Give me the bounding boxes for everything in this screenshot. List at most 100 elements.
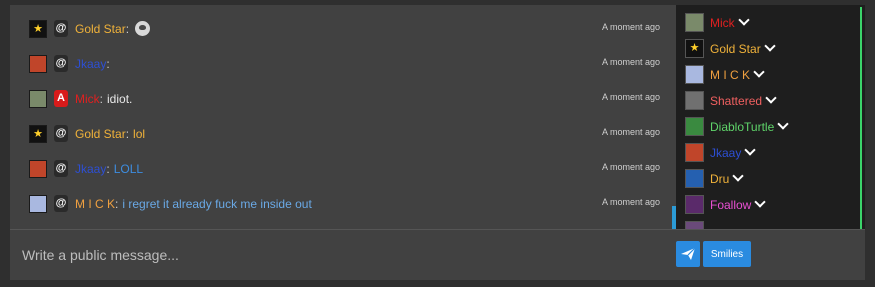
user-name-row: Gold Star <box>710 40 776 56</box>
message-line: Jkaay: <box>75 55 110 73</box>
user-name-row: Mick <box>710 14 750 30</box>
user-avatar[interactable] <box>29 195 47 213</box>
user-name: Shattered <box>710 94 763 108</box>
user-avatar <box>685 169 704 188</box>
user-list-item[interactable]: Shattered <box>685 88 855 114</box>
user-name-row: Jkaay <box>710 144 757 160</box>
chevron-down-icon[interactable] <box>754 196 767 208</box>
message-timestamp: A moment ago <box>601 57 660 67</box>
message-text: i regret it already fuck me inside out <box>122 197 312 211</box>
message-colon: : <box>106 57 110 71</box>
user-avatar <box>685 117 704 136</box>
online-users-sidebar: Mick ★ Gold Star M I C K Shattered Diabl… <box>676 5 865 229</box>
chat-message: @ M I C K: i regret it already fuck me in… <box>10 185 676 220</box>
chat-message: ★ @ Gold Star: A moment ago <box>10 10 676 45</box>
chat-message: A Mick: idiot. A moment ago <box>10 80 676 115</box>
user-name: Foallow <box>710 198 752 212</box>
message-composer: Smilies <box>10 229 865 280</box>
user-list-item[interactable]: Jkaay <box>685 140 855 166</box>
message-timestamp: A moment ago <box>601 162 660 172</box>
chat-message: ★ @ Gold Star: lol A moment ago <box>10 115 676 150</box>
user-avatar[interactable]: ★ <box>29 125 47 143</box>
user-list-item[interactable]: Mick <box>685 10 855 36</box>
user-avatar <box>685 13 704 32</box>
message-text: lol <box>133 127 146 141</box>
user-avatar <box>685 143 704 162</box>
message-line: Mick: idiot. <box>75 90 132 108</box>
user-name: M I C K <box>710 68 751 82</box>
chat-log: ★ @ Gold Star: A moment ago @ Jkaay: A m… <box>10 5 676 229</box>
chevron-down-icon[interactable] <box>744 144 757 156</box>
smilies-button[interactable]: Smilies <box>703 241 751 267</box>
user-avatar[interactable] <box>29 55 47 73</box>
user-name: Gold Star <box>710 42 761 56</box>
message-line: M I C K: i regret it already fuck me insi… <box>75 195 312 213</box>
user-avatar <box>685 221 704 229</box>
user-name: Jkaay <box>710 146 742 160</box>
message-timestamp: A moment ago <box>601 127 660 137</box>
message-author[interactable]: Jkaay <box>75 57 106 71</box>
smiley-emoji-icon <box>135 21 151 36</box>
message-line: Gold Star: <box>75 20 151 38</box>
star-icon: ★ <box>33 128 43 140</box>
user-avatar: ★ <box>685 39 704 58</box>
sidebar-border <box>860 7 862 229</box>
chevron-down-icon[interactable] <box>738 14 750 26</box>
chevron-down-icon[interactable] <box>732 170 745 182</box>
chevron-down-icon[interactable] <box>764 40 776 52</box>
message-colon: : <box>99 92 104 106</box>
chevron-down-icon[interactable] <box>753 66 765 78</box>
mention-badge[interactable]: @ <box>54 55 68 72</box>
chevron-down-icon[interactable] <box>765 92 777 104</box>
send-button[interactable] <box>676 241 700 267</box>
user-avatar <box>685 195 704 214</box>
user-list-item[interactable]: M I C K <box>685 62 855 88</box>
message-colon: : <box>115 197 119 211</box>
message-line: Jkaay: LOLL <box>75 160 143 178</box>
mention-badge[interactable]: @ <box>54 195 68 212</box>
message-timestamp: A moment ago <box>601 92 660 102</box>
mention-badge[interactable]: @ <box>54 20 68 37</box>
message-line: Gold Star: lol <box>75 125 145 143</box>
message-author[interactable]: Jkaay <box>75 162 106 176</box>
user-list-item[interactable]: ★ Gold Star <box>685 36 855 62</box>
message-author[interactable]: Gold Star <box>75 127 126 141</box>
user-name-row: Foallow <box>710 196 767 212</box>
message-author[interactable]: Mick <box>75 92 100 106</box>
message-timestamp: A moment ago <box>601 197 660 207</box>
message-author[interactable]: Gold Star <box>75 22 126 36</box>
user-name-row: Shattered <box>710 92 777 108</box>
mention-badge[interactable]: @ <box>54 125 68 142</box>
user-list-item[interactable]: Dru <box>685 166 855 192</box>
message-text: idiot. <box>107 92 133 106</box>
user-name-row: DiabloTurtle <box>710 118 789 134</box>
message-colon: : <box>125 22 130 36</box>
user-list-item[interactable]: Foallow <box>685 192 855 218</box>
user-list-item-partial[interactable] <box>685 218 855 229</box>
star-icon: ★ <box>33 23 43 35</box>
message-author[interactable]: M I C K <box>75 197 115 211</box>
mention-badge[interactable]: @ <box>54 160 68 177</box>
user-name: Mick <box>710 16 735 30</box>
chevron-down-icon[interactable] <box>777 118 789 130</box>
user-name: DiabloTurtle <box>710 120 775 134</box>
user-avatar[interactable]: ★ <box>29 20 47 38</box>
paper-plane-icon <box>681 247 696 260</box>
message-timestamp: A moment ago <box>601 22 660 32</box>
message-colon: : <box>125 127 130 141</box>
user-name: Dru <box>710 172 730 186</box>
message-text: LOLL <box>113 162 144 176</box>
user-avatar[interactable] <box>29 90 47 108</box>
star-icon: ★ <box>689 42 700 54</box>
chat-message: @ Jkaay: A moment ago <box>10 45 676 80</box>
user-list-item[interactable]: DiabloTurtle <box>685 114 855 140</box>
user-avatar <box>685 65 704 84</box>
message-colon: : <box>106 162 110 176</box>
user-name-row: M I C K <box>710 66 765 82</box>
user-avatar <box>685 91 704 110</box>
admin-badge[interactable]: A <box>54 90 68 107</box>
user-name-row: Dru <box>710 170 745 186</box>
chat-message: @ Jkaay: LOLL A moment ago <box>10 150 676 185</box>
public-message-input[interactable] <box>10 230 670 280</box>
user-avatar[interactable] <box>29 160 47 178</box>
